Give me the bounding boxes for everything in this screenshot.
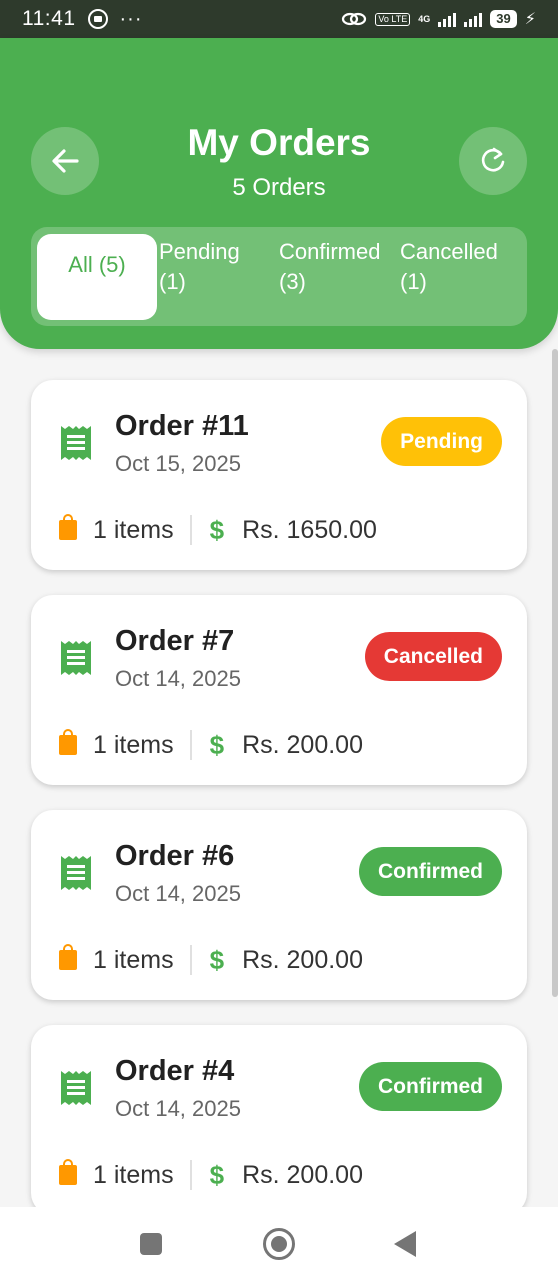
order-date: Oct 14, 2025 [115, 1096, 241, 1121]
tab-cancelled-label: Cancelled [400, 239, 498, 264]
order-items: 1 items [93, 1160, 174, 1189]
order-date: Oct 15, 2025 [115, 451, 241, 476]
battery-icon: 39 [490, 10, 517, 28]
status-badge: Cancelled [364, 632, 502, 681]
order-amount: Rs. 200.00 [242, 945, 363, 974]
status-time: 11:41 [22, 7, 76, 30]
charging-icon: ⚡ [524, 11, 536, 28]
square-icon[interactable] [140, 1233, 162, 1255]
status-badge: Pending [381, 417, 502, 466]
receipt-icon [61, 856, 91, 890]
tab-pending-count: (1) [159, 269, 186, 294]
divider [189, 945, 192, 975]
order-date: Oct 14, 2025 [115, 881, 241, 906]
order-summary: 1 items $ Rs. 1650.00 [59, 510, 377, 550]
receipt-icon [61, 1071, 91, 1105]
network-type: 4G [418, 14, 431, 24]
order-summary: 1 items $ Rs. 200.00 [59, 940, 363, 980]
tab-cancelled[interactable]: Cancelled (1) [400, 237, 498, 297]
order-title: Order #11 [115, 410, 249, 442]
shopping-bag-icon [59, 514, 77, 540]
order-items: 1 items [93, 945, 174, 974]
more-notifications-icon: ··· [119, 7, 143, 30]
dollar-icon: $ [209, 729, 225, 760]
volte-icon: Vo LTE [375, 12, 411, 26]
status-badge: Confirmed [359, 1062, 502, 1111]
order-card[interactable]: Order #4 Oct 14, 2025 Confirmed 1 items … [31, 1025, 527, 1207]
receipt-icon [61, 426, 91, 460]
order-amount: Rs. 200.00 [242, 1160, 363, 1189]
receipt-icon [61, 641, 91, 675]
order-title: Order #4 [115, 1055, 235, 1087]
order-date: Oct 14, 2025 [115, 666, 241, 691]
refresh-button[interactable] [459, 127, 527, 195]
screen-record-icon [87, 9, 108, 29]
order-amount: Rs. 1650.00 [242, 515, 377, 544]
divider [189, 1160, 192, 1190]
scrollbar[interactable] [552, 349, 558, 997]
tab-all[interactable]: All (5) [37, 234, 157, 320]
order-card[interactable]: Order #7 Oct 14, 2025 Cancelled 1 items … [31, 595, 527, 785]
signal-icon [438, 11, 457, 27]
filter-tabs: All (5) Pending (1) Confirmed (3) Cancel… [31, 227, 527, 326]
refresh-icon [481, 147, 505, 172]
status-bar: 11:41 ··· Vo LTE 4G 39 ⚡ [0, 0, 558, 38]
order-summary: 1 items $ Rs. 200.00 [59, 725, 363, 765]
tab-confirmed-count: (3) [279, 269, 306, 294]
dollar-icon: $ [209, 1159, 225, 1190]
tab-confirmed-label: Confirmed [279, 239, 381, 264]
order-items: 1 items [93, 730, 174, 759]
order-summary: 1 items $ Rs. 200.00 [59, 1155, 363, 1195]
orders-list[interactable]: Order #11 Oct 15, 2025 Pending 1 items $… [0, 349, 558, 1207]
circle-icon[interactable] [263, 1228, 295, 1260]
order-title: Order #6 [115, 840, 235, 872]
order-items: 1 items [93, 515, 174, 544]
orders-header: My Orders 5 Orders All (5) Pending (1) C… [0, 38, 558, 349]
tab-pending-label: Pending [159, 239, 240, 264]
link-icon [342, 12, 367, 26]
dollar-icon: $ [209, 514, 225, 545]
divider [189, 515, 192, 545]
order-card[interactable]: Order #6 Oct 14, 2025 Confirmed 1 items … [31, 810, 527, 1000]
order-amount: Rs. 200.00 [242, 730, 363, 759]
shopping-bag-icon [59, 944, 77, 970]
divider [189, 730, 192, 760]
signal-icon-2 [464, 11, 483, 27]
order-title: Order #7 [115, 625, 235, 657]
shopping-bag-icon [59, 729, 77, 755]
triangle-back-icon[interactable] [394, 1231, 416, 1257]
status-badge: Confirmed [359, 847, 502, 896]
dollar-icon: $ [209, 944, 225, 975]
tab-cancelled-count: (1) [400, 269, 427, 294]
order-card[interactable]: Order #11 Oct 15, 2025 Pending 1 items $… [31, 380, 527, 570]
tab-pending[interactable]: Pending (1) [159, 237, 240, 297]
system-nav-bar [0, 1207, 558, 1280]
tab-confirmed[interactable]: Confirmed (3) [279, 237, 380, 297]
shopping-bag-icon [59, 1159, 77, 1185]
